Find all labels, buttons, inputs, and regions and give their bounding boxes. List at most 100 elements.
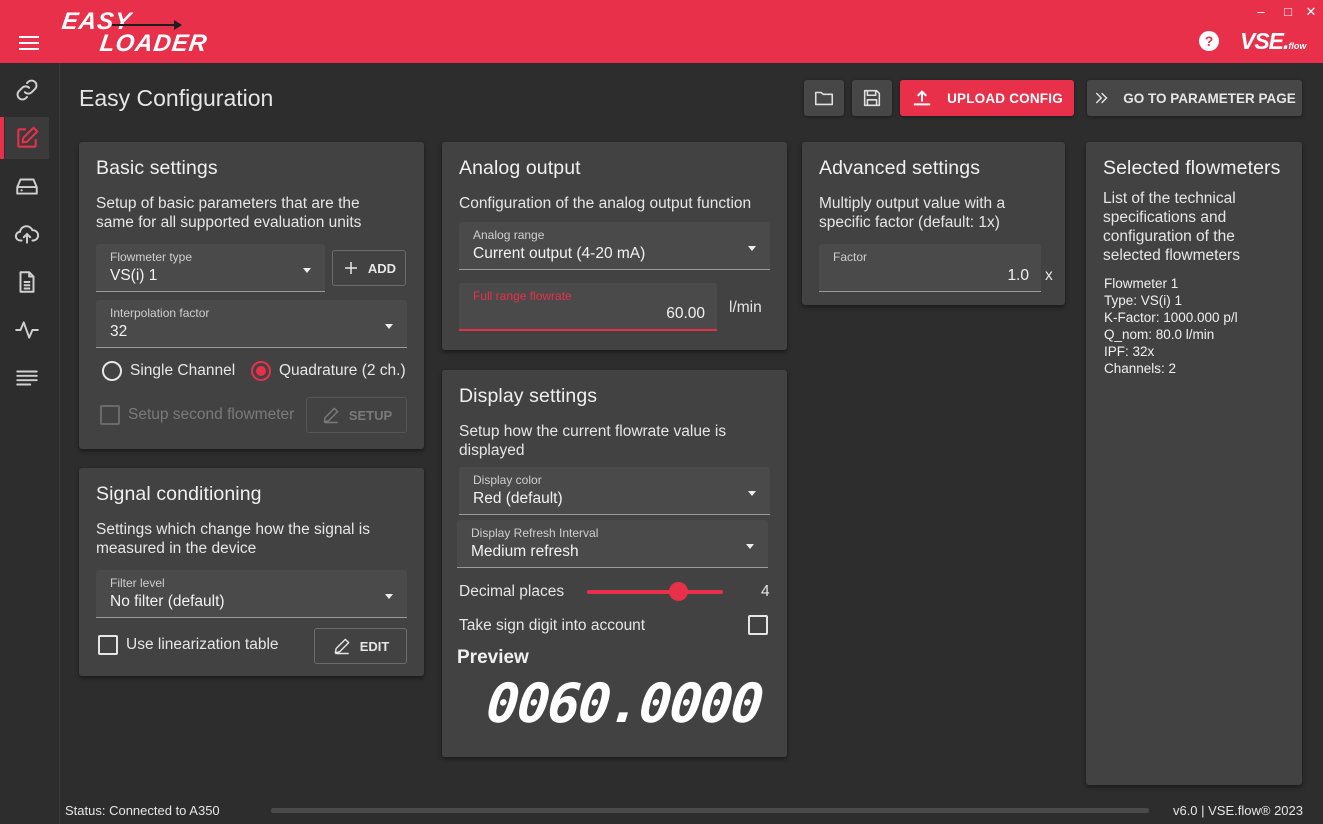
basic-settings-card: Basic settings Setup of basic parameters… (79, 142, 424, 449)
interpolation-factor-label: Interpolation factor (110, 306, 210, 320)
folder-icon (814, 91, 834, 106)
spec-line: Channels: 2 (1104, 361, 1177, 376)
setup-second-label: Setup second flowmeter (128, 406, 295, 423)
go-to-parameter-label: GO TO PARAMETER PAGE (1123, 90, 1296, 106)
radio-single-label: Single Channel (130, 362, 236, 379)
pulse-icon (15, 321, 39, 339)
basic-settings-desc: Setup of basic parameters that are the s… (96, 195, 362, 231)
setup-second-flowmeter-checkbox[interactable]: Setup second flowmeter (100, 405, 294, 425)
radio-quadrature[interactable]: Quadrature (2 ch.) (251, 361, 406, 381)
link-icon (16, 79, 38, 101)
factor-input[interactable]: Factor 1.0 (819, 244, 1041, 292)
sidebar-item-log[interactable] (5, 357, 49, 399)
preview-display: 0060.0000 (483, 672, 765, 735)
flowmeter-type-value: VS(i) 1 (110, 267, 158, 284)
help-icon[interactable]: ? (1199, 31, 1219, 51)
title-bar: EASY LOADER – □ ✕ ? VSE.flow (0, 0, 1323, 63)
sign-digit-checkbox[interactable] (748, 615, 768, 635)
full-range-flowrate-value: 60.00 (666, 305, 705, 322)
sidebar-item-upload[interactable] (5, 213, 49, 255)
save-file-button[interactable] (852, 80, 892, 116)
analog-output-desc: Configuration of the analog output funct… (459, 195, 752, 212)
brand-logo: VSE.flow (1240, 28, 1306, 55)
setup-label: SETUP (348, 407, 393, 423)
radio-single-channel[interactable]: Single Channel (102, 361, 235, 381)
sidebar-item-connect[interactable] (5, 69, 49, 111)
lines-icon (16, 370, 38, 386)
flowmeter-type-label: Flowmeter type (110, 250, 193, 264)
filter-level-select[interactable]: Filter level No filter (default) (96, 570, 407, 618)
full-range-flowrate-input[interactable]: Full range flowrate 60.00 (459, 283, 717, 331)
interpolation-factor-value: 32 (110, 323, 128, 340)
edit-linearization-button[interactable]: EDIT (314, 628, 407, 664)
sign-digit-label: Take sign digit into account (459, 617, 646, 634)
full-range-flowrate-label: Full range flowrate (473, 289, 572, 303)
app-logo: EASY LOADER (60, 8, 209, 58)
linearization-checkbox[interactable]: Use linearization table (98, 635, 279, 655)
display-color-select[interactable]: Display color Red (default) (459, 467, 770, 515)
save-icon (863, 89, 881, 107)
plus-icon (344, 262, 357, 274)
decimal-places-slider-track[interactable] (587, 590, 723, 594)
advanced-settings-desc: Multiply output value with a specific fa… (819, 195, 1006, 231)
filter-level-value: No filter (default) (110, 593, 225, 610)
pencil-icon (334, 638, 350, 655)
refresh-interval-value: Medium refresh (471, 543, 579, 560)
chevron-down-icon (385, 324, 393, 329)
display-color-value: Red (default) (473, 490, 563, 507)
sidebar-item-easy-config[interactable] (0, 117, 49, 159)
cloud-upload-icon (14, 225, 40, 244)
refresh-interval-label: Display Refresh Interval (471, 526, 599, 540)
flowmeter-type-select[interactable]: Flowmeter type VS(i) 1 (96, 244, 325, 292)
add-flowmeter-button[interactable]: ADD (332, 250, 406, 286)
factor-value: 1.0 (1007, 267, 1029, 284)
hamburger-menu-icon[interactable] (19, 36, 39, 50)
edit-label: EDIT (359, 638, 390, 654)
analog-range-select[interactable]: Analog range Current output (4-20 mA) (459, 222, 770, 270)
decimal-places-value: 4 (761, 583, 770, 600)
upload-config-button[interactable]: UPLOAD CONFIG (900, 80, 1074, 116)
analog-range-value: Current output (4-20 mA) (473, 245, 646, 262)
minimize-button[interactable]: – (1253, 4, 1269, 19)
chevron-down-icon (746, 544, 754, 549)
flowrate-unit: l/min (729, 299, 762, 316)
selected-flowmeters-title: Selected flowmeters (1103, 157, 1281, 179)
brand-sub: flow (1288, 41, 1307, 51)
checkbox-icon (98, 635, 118, 655)
refresh-interval-select[interactable]: Display Refresh Interval Medium refresh (457, 520, 768, 568)
chevron-down-icon (385, 594, 393, 599)
radio-on-icon (251, 361, 271, 381)
maximize-button[interactable]: □ (1280, 4, 1296, 19)
analog-output-card: Analog output Configuration of the analo… (442, 142, 787, 350)
sidebar-item-device[interactable] (5, 165, 49, 207)
factor-label: Factor (833, 250, 868, 264)
selected-flowmeters-desc: List of the technical specifications and… (1103, 190, 1240, 264)
connection-status: Status: Connected to A350 (65, 803, 220, 818)
signal-conditioning-desc: Settings which change how the signal is … (96, 521, 370, 557)
sidebar-item-signal[interactable] (5, 309, 49, 351)
go-to-parameter-page-button[interactable]: GO TO PARAMETER PAGE (1087, 80, 1302, 116)
spec-line: Q_nom: 80.0 l/min (1104, 327, 1215, 342)
chevron-down-icon (303, 268, 311, 273)
device-icon (16, 178, 38, 195)
analog-range-label: Analog range (473, 228, 545, 242)
setup-button[interactable]: SETUP (306, 397, 407, 433)
decimal-places-slider-thumb[interactable] (669, 582, 688, 601)
logo-line2: LOADER (98, 30, 210, 57)
sidebar-item-report[interactable] (5, 261, 49, 303)
pencil-icon (323, 407, 339, 424)
double-chevron-right-icon (1096, 92, 1108, 104)
edit-icon (17, 126, 39, 148)
filter-level-label: Filter level (110, 576, 165, 590)
linearization-label: Use linearization table (126, 636, 279, 653)
open-file-button[interactable] (804, 80, 844, 116)
selected-flowmeters-card: Selected flowmeters List of the technica… (1086, 142, 1302, 785)
interpolation-factor-select[interactable]: Interpolation factor 32 (96, 300, 407, 348)
spec-line: K-Factor: 1000.000 p/l (1104, 310, 1238, 325)
status-bar: Status: Connected to A350 v6.0 | VSE.flo… (0, 796, 1323, 824)
close-button[interactable]: ✕ (1303, 4, 1319, 20)
preview-label: Preview (457, 647, 529, 668)
analog-output-title: Analog output (459, 157, 581, 179)
flowmeter-specs: Flowmeter 1 Type: VS(i) 1 K-Factor: 1000… (1104, 275, 1238, 377)
brand-text: VSE. (1240, 28, 1289, 54)
